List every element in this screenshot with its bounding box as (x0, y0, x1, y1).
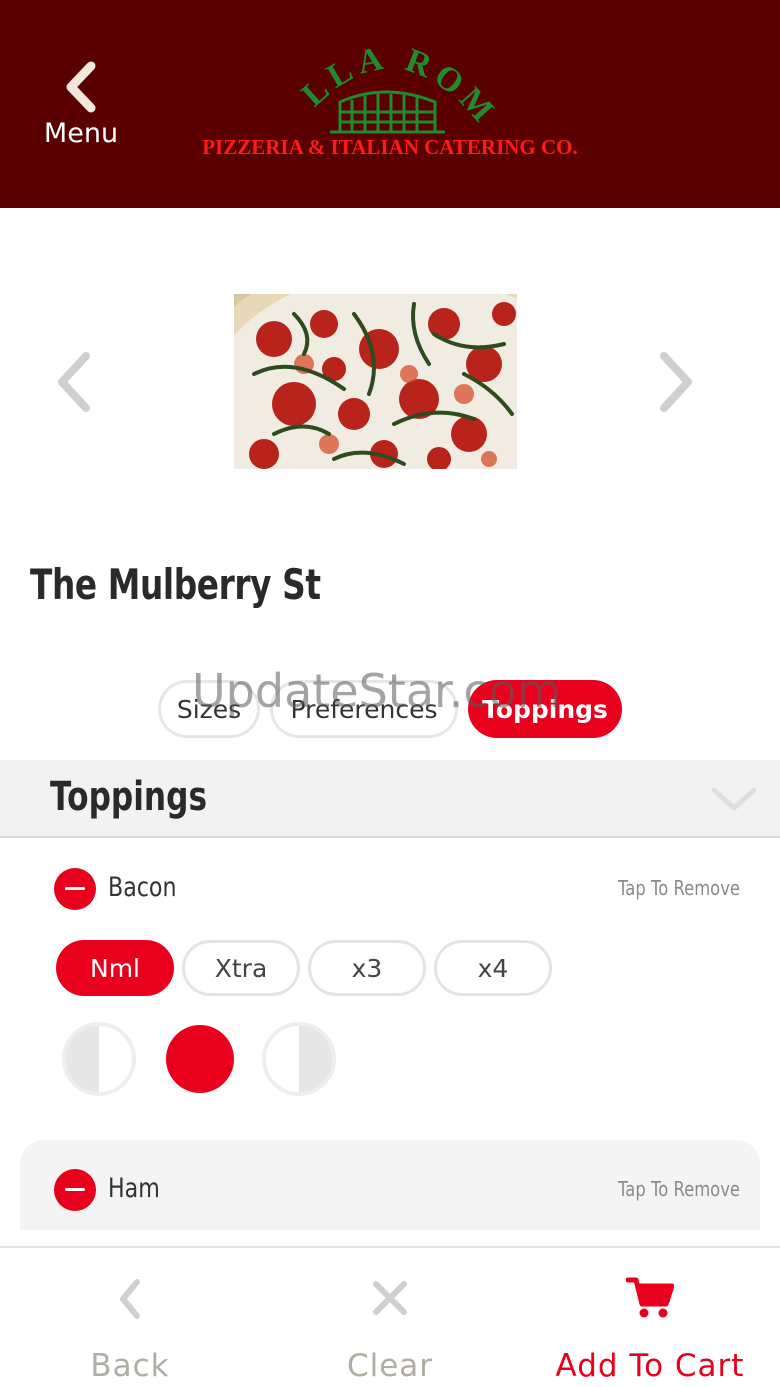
tap-to-remove-ham[interactable]: Tap To Remove (618, 1177, 740, 1201)
add-to-cart-button[interactable]: Add To Cart (540, 1248, 760, 1387)
portion-whole-button[interactable] (166, 1025, 234, 1093)
svg-text:BELLA ROMA: BELLA ROMA (190, 24, 505, 133)
logo-top-text: BELLA ROMA (175, 0, 499, 133)
chevron-down-icon[interactable] (710, 782, 758, 816)
chevron-left-icon (120, 1279, 140, 1319)
qty-nml-button[interactable]: Nml (56, 940, 174, 996)
qty-x4-button[interactable]: x4 (434, 940, 552, 996)
app-header: Menu BELLA ROMA PIZZERIA & (0, 0, 780, 208)
restaurant-logo: BELLA ROMA PIZZERIA & ITALIAN CATERING C… (175, 0, 590, 174)
pizza-photo (234, 294, 517, 469)
remove-bacon-button[interactable] (54, 868, 96, 910)
chevron-left-icon (66, 61, 96, 113)
menu-back-button[interactable]: Menu (36, 60, 126, 149)
portion-right-half-button[interactable] (262, 1022, 336, 1096)
carousel-prev-button[interactable] (54, 350, 94, 414)
item-title: The Mulberry St (30, 560, 321, 609)
colosseum-icon (330, 90, 445, 134)
toppings-section-header[interactable]: Toppings (0, 760, 780, 838)
chevron-right-icon (660, 352, 692, 412)
tap-to-remove-bacon[interactable]: Tap To Remove (618, 876, 740, 900)
clear-button[interactable]: Clear (320, 1248, 460, 1387)
back-label: Back (90, 1348, 170, 1384)
close-icon (373, 1281, 407, 1315)
portion-left-half-button[interactable] (62, 1022, 136, 1096)
menu-back-label: Menu (43, 118, 119, 149)
carousel-next-button[interactable] (656, 350, 696, 414)
clear-label: Clear (346, 1348, 434, 1384)
bottom-action-bar: Back Clear Add To Cart (0, 1246, 780, 1387)
add-to-cart-label: Add To Cart (555, 1348, 745, 1384)
section-title: Toppings (50, 774, 208, 820)
topping-name-bacon: Bacon (108, 872, 177, 903)
item-image (234, 294, 517, 469)
tab-toppings[interactable]: Toppings (468, 680, 622, 738)
logo-graphic: BELLA ROMA PIZZERIA & ITALIAN CATERING C… (175, 0, 578, 159)
qty-x3-button[interactable]: x3 (308, 940, 426, 996)
shopping-cart-icon (626, 1277, 674, 1318)
qty-xtra-button[interactable]: Xtra (182, 940, 300, 996)
topping-name-ham: Ham (108, 1173, 160, 1204)
logo-bottom-text: PIZZERIA & ITALIAN CATERING CO. (202, 135, 578, 159)
tab-sizes[interactable]: Sizes (158, 680, 260, 738)
remove-ham-button[interactable] (54, 1169, 96, 1211)
back-button[interactable]: Back (60, 1248, 200, 1387)
chevron-left-icon (58, 352, 90, 412)
tab-preferences[interactable]: Preferences (270, 680, 458, 738)
